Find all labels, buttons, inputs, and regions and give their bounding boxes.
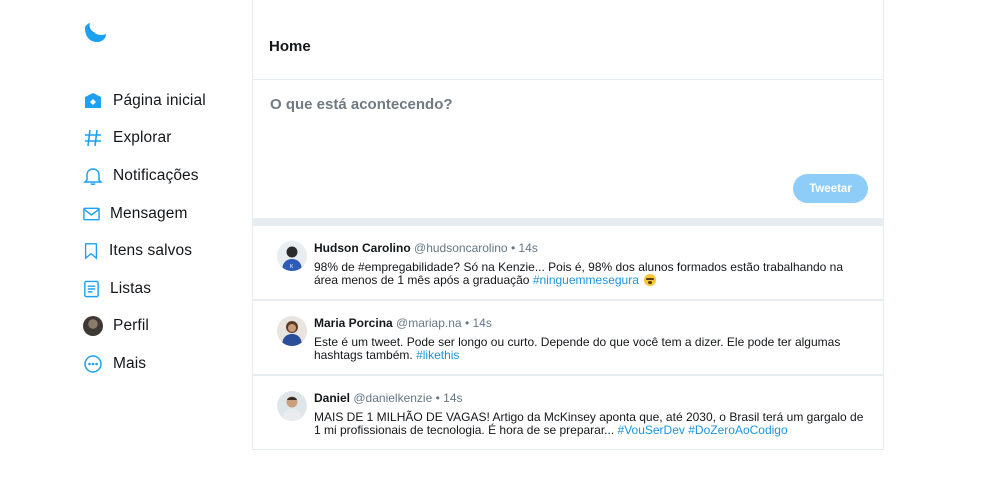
profile-avatar-icon [82, 315, 104, 337]
tweet-button[interactable]: Tweetar [793, 174, 868, 203]
tweet-text: Este é um tweet. Pode ser longo ou curto… [314, 336, 867, 361]
tweet-author-name[interactable]: Hudson Carolino [314, 241, 411, 255]
sidebar-item-label: Perfil [113, 317, 149, 335]
tweet-item[interactable]: K Hudson Carolino @hudsoncarolino • 14s … [253, 226, 883, 301]
tweet-timestamp: 14s [443, 391, 463, 405]
tweet-author-handle[interactable]: @mariap.na [396, 316, 462, 330]
sidebar-item-profile[interactable]: Perfil [82, 308, 206, 346]
tweet-timestamp: 14s [518, 241, 538, 255]
section-divider [253, 218, 883, 226]
envelope-icon [82, 203, 101, 225]
tweet-author-handle[interactable]: @danielkenzie [353, 391, 432, 405]
tweet-meta: Hudson Carolino @hudsoncarolino • 14s [314, 241, 867, 255]
sidebar-item-label: Notificações [113, 166, 199, 184]
tweet-meta: Maria Porcina @mariap.na • 14s [314, 316, 867, 330]
tweet-hashtag[interactable]: #DoZeroAoCodigo [688, 423, 787, 437]
hashtag-icon [82, 127, 104, 149]
tweet-hashtag[interactable]: #VouSerDev [618, 423, 685, 437]
bell-icon [82, 165, 104, 187]
page-header: Home [253, 0, 883, 80]
tweet-text: 98% de #empregabilidade? Só na Kenzie...… [314, 261, 867, 286]
tweet-avatar[interactable] [277, 316, 307, 346]
sidebar-item-label: Listas [110, 279, 152, 297]
tweet-avatar[interactable] [277, 391, 307, 421]
sidebar-item-explore[interactable]: Explorar [82, 120, 206, 158]
tweet-author-name[interactable]: Daniel [314, 391, 350, 405]
sidebar-item-more[interactable]: Mais [82, 345, 206, 383]
tweet-separator: • [510, 241, 516, 255]
tweet-meta: Daniel @danielkenzie • 14s [314, 391, 867, 405]
timeline: Home O que está acontecendo? Tweetar K H… [252, 0, 884, 450]
page-title: Home [269, 38, 311, 55]
bird-logo-icon[interactable] [82, 20, 108, 46]
tweet-text: MAIS DE 1 MILHÃO DE VAGAS! Artigo da McK… [314, 411, 867, 436]
emoji-icon [644, 273, 657, 286]
sidebar-item-notifications[interactable]: Notificações [82, 157, 206, 195]
tweet-avatar[interactable]: K [277, 241, 307, 271]
more-icon [82, 353, 104, 375]
tweet-timestamp: 14s [472, 316, 492, 330]
sidebar-item-lists[interactable]: Listas [82, 270, 206, 308]
home-icon [82, 90, 104, 112]
compose-box: O que está acontecendo? Tweetar [253, 80, 883, 218]
sidebar-item-bookmarks[interactable]: Itens salvos [82, 232, 206, 270]
sidebar-item-home[interactable]: Página inicial [82, 82, 206, 120]
sidebar-item-label: Página inicial [113, 91, 206, 109]
sidebar-item-label: Mensagem [110, 204, 188, 222]
tweet-item[interactable]: Daniel @danielkenzie • 14s MAIS DE 1 MIL… [253, 376, 883, 451]
sidebar: Página inicial Explorar Notificações Men… [0, 0, 252, 495]
tweet-hashtag[interactable]: #ninguemmesegura [533, 273, 639, 287]
tweet-author-handle[interactable]: @hudsoncarolino [414, 241, 508, 255]
tweet-body: Este é um tweet. Pode ser longo ou curto… [314, 335, 841, 362]
tweet-author-name[interactable]: Maria Porcina [314, 316, 393, 330]
list-icon [82, 278, 101, 300]
tweet-separator: • [435, 391, 440, 405]
compose-input[interactable]: O que está acontecendo? [270, 96, 453, 113]
sidebar-item-label: Itens salvos [109, 242, 193, 260]
sidebar-item-messages[interactable]: Mensagem [82, 195, 206, 233]
tweet-hashtag[interactable]: #likethis [416, 348, 459, 362]
sidebar-item-label: Explorar [113, 129, 172, 147]
tweet-separator: • [464, 316, 470, 330]
bookmark-icon [82, 240, 100, 262]
sidebar-nav: Página inicial Explorar Notificações Men… [82, 82, 206, 383]
sidebar-item-label: Mais [113, 354, 147, 372]
tweet-item[interactable]: Maria Porcina @mariap.na • 14s Este é um… [253, 301, 883, 376]
